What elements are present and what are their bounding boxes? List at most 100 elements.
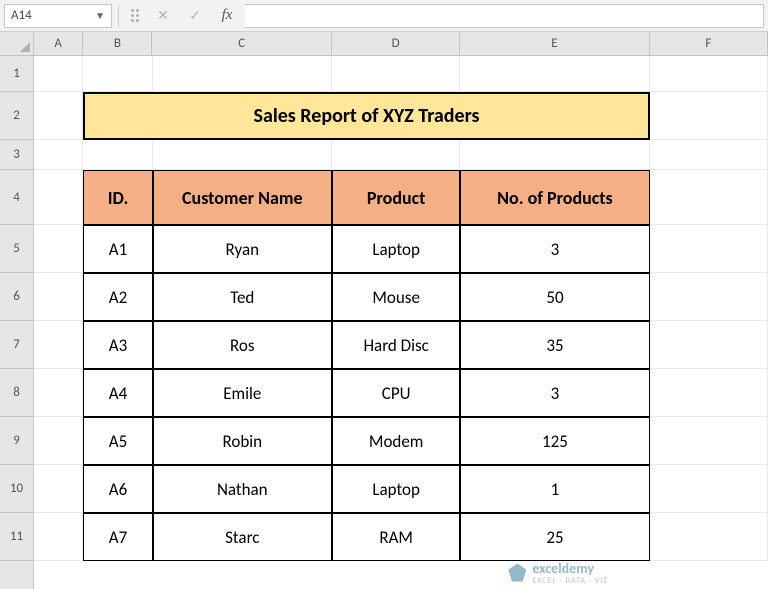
row-headers: 1 2 3 4 5 6 7 8 9 10 11 <box>0 56 34 589</box>
cell[interactable] <box>83 140 152 170</box>
th-qty[interactable]: No. of Products <box>460 170 649 225</box>
report-title[interactable]: Sales Report of XYZ Traders <box>83 92 649 140</box>
cancel-icon[interactable]: ✕ <box>149 4 177 28</box>
cell[interactable] <box>460 140 649 170</box>
td-id[interactable]: A7 <box>83 513 152 561</box>
drag-handle-icon <box>125 9 145 22</box>
cell[interactable] <box>650 92 768 140</box>
cell[interactable] <box>332 56 460 92</box>
th-product[interactable]: Product <box>332 170 460 225</box>
td-id[interactable]: A5 <box>83 417 152 465</box>
cell[interactable] <box>650 321 768 369</box>
formula-bar: A14 ▼ ✕ ✓ fx <box>0 0 768 32</box>
row-header-9[interactable]: 9 <box>0 417 33 465</box>
cell[interactable] <box>34 170 83 225</box>
cell[interactable] <box>650 140 768 170</box>
cell[interactable] <box>650 56 768 92</box>
td-qty[interactable]: 50 <box>460 273 649 321</box>
cell[interactable] <box>34 273 83 321</box>
td-id[interactable]: A4 <box>83 369 152 417</box>
td-product[interactable]: Modem <box>332 417 460 465</box>
td-customer[interactable]: Ryan <box>153 225 333 273</box>
cell[interactable] <box>650 369 768 417</box>
cell[interactable] <box>34 513 83 561</box>
table-row: A3 Ros Hard Disc 35 <box>34 321 768 369</box>
cell[interactable] <box>34 465 83 513</box>
td-product[interactable]: Laptop <box>332 465 460 513</box>
row-header-2[interactable]: 2 <box>0 92 33 140</box>
col-header-f[interactable]: F <box>650 32 768 55</box>
cell[interactable] <box>332 140 460 170</box>
td-qty[interactable]: 3 <box>460 369 649 417</box>
cell[interactable] <box>650 225 768 273</box>
col-header-d[interactable]: D <box>332 32 460 55</box>
col-header-e[interactable]: E <box>460 32 649 55</box>
name-box[interactable]: A14 ▼ <box>4 4 112 28</box>
row-header-11[interactable]: 11 <box>0 513 33 561</box>
cell[interactable] <box>34 417 83 465</box>
cell[interactable] <box>34 56 83 92</box>
row-3 <box>34 140 768 170</box>
row-header-4[interactable]: 4 <box>0 170 33 225</box>
td-qty[interactable]: 1 <box>460 465 649 513</box>
td-qty[interactable]: 25 <box>460 513 649 561</box>
row-header-7[interactable]: 7 <box>0 321 33 369</box>
td-customer[interactable]: Starc <box>153 513 333 561</box>
cell[interactable] <box>34 321 83 369</box>
cell[interactable] <box>34 92 83 140</box>
th-customer[interactable]: Customer Name <box>153 170 333 225</box>
column-headers: A B C D E F <box>34 32 768 56</box>
td-id[interactable]: A6 <box>83 465 152 513</box>
divider <box>118 5 119 27</box>
select-all-corner[interactable] <box>0 32 34 56</box>
row-header-3[interactable]: 3 <box>0 140 33 170</box>
cell[interactable] <box>650 513 768 561</box>
td-product[interactable]: RAM <box>332 513 460 561</box>
cells-area[interactable]: Sales Report of XYZ Traders ID. Customer… <box>34 56 768 589</box>
cell[interactable] <box>650 273 768 321</box>
td-product[interactable]: Laptop <box>332 225 460 273</box>
td-qty[interactable]: 35 <box>460 321 649 369</box>
cell[interactable] <box>153 140 333 170</box>
row-1 <box>34 56 768 92</box>
table-row: A2 Ted Mouse 50 <box>34 273 768 321</box>
table-row: A7 Starc RAM 25 <box>34 513 768 561</box>
td-id[interactable]: A3 <box>83 321 152 369</box>
cell[interactable] <box>650 465 768 513</box>
table-row: A5 Robin Modem 125 <box>34 417 768 465</box>
table-row: A4 Emile CPU 3 <box>34 369 768 417</box>
confirm-icon[interactable]: ✓ <box>181 4 209 28</box>
td-product[interactable]: CPU <box>332 369 460 417</box>
cell[interactable] <box>34 140 83 170</box>
cell[interactable] <box>650 170 768 225</box>
row-header-5[interactable]: 5 <box>0 225 33 273</box>
chevron-down-icon[interactable]: ▼ <box>95 9 105 22</box>
td-id[interactable]: A1 <box>83 225 152 273</box>
cell[interactable] <box>83 56 152 92</box>
cell[interactable] <box>34 369 83 417</box>
row-header-6[interactable]: 6 <box>0 273 33 321</box>
td-customer[interactable]: Nathan <box>153 465 333 513</box>
td-id[interactable]: A2 <box>83 273 152 321</box>
row-header-1[interactable]: 1 <box>0 56 33 92</box>
th-id[interactable]: ID. <box>83 170 152 225</box>
col-header-c[interactable]: C <box>152 32 332 55</box>
td-customer[interactable]: Emile <box>153 369 333 417</box>
td-qty[interactable]: 3 <box>460 225 649 273</box>
row-header-8[interactable]: 8 <box>0 369 33 417</box>
td-product[interactable]: Mouse <box>332 273 460 321</box>
row-header-10[interactable]: 10 <box>0 465 33 513</box>
td-product[interactable]: Hard Disc <box>332 321 460 369</box>
cell[interactable] <box>650 417 768 465</box>
td-customer[interactable]: Ros <box>153 321 333 369</box>
cell[interactable] <box>34 225 83 273</box>
td-customer[interactable]: Ted <box>153 273 333 321</box>
fx-icon[interactable]: fx <box>213 4 241 28</box>
cell[interactable] <box>460 56 649 92</box>
td-customer[interactable]: Robin <box>153 417 333 465</box>
col-header-a[interactable]: A <box>34 32 83 55</box>
formula-input[interactable] <box>245 4 764 28</box>
col-header-b[interactable]: B <box>83 32 152 55</box>
td-qty[interactable]: 125 <box>460 417 649 465</box>
cell[interactable] <box>153 56 333 92</box>
